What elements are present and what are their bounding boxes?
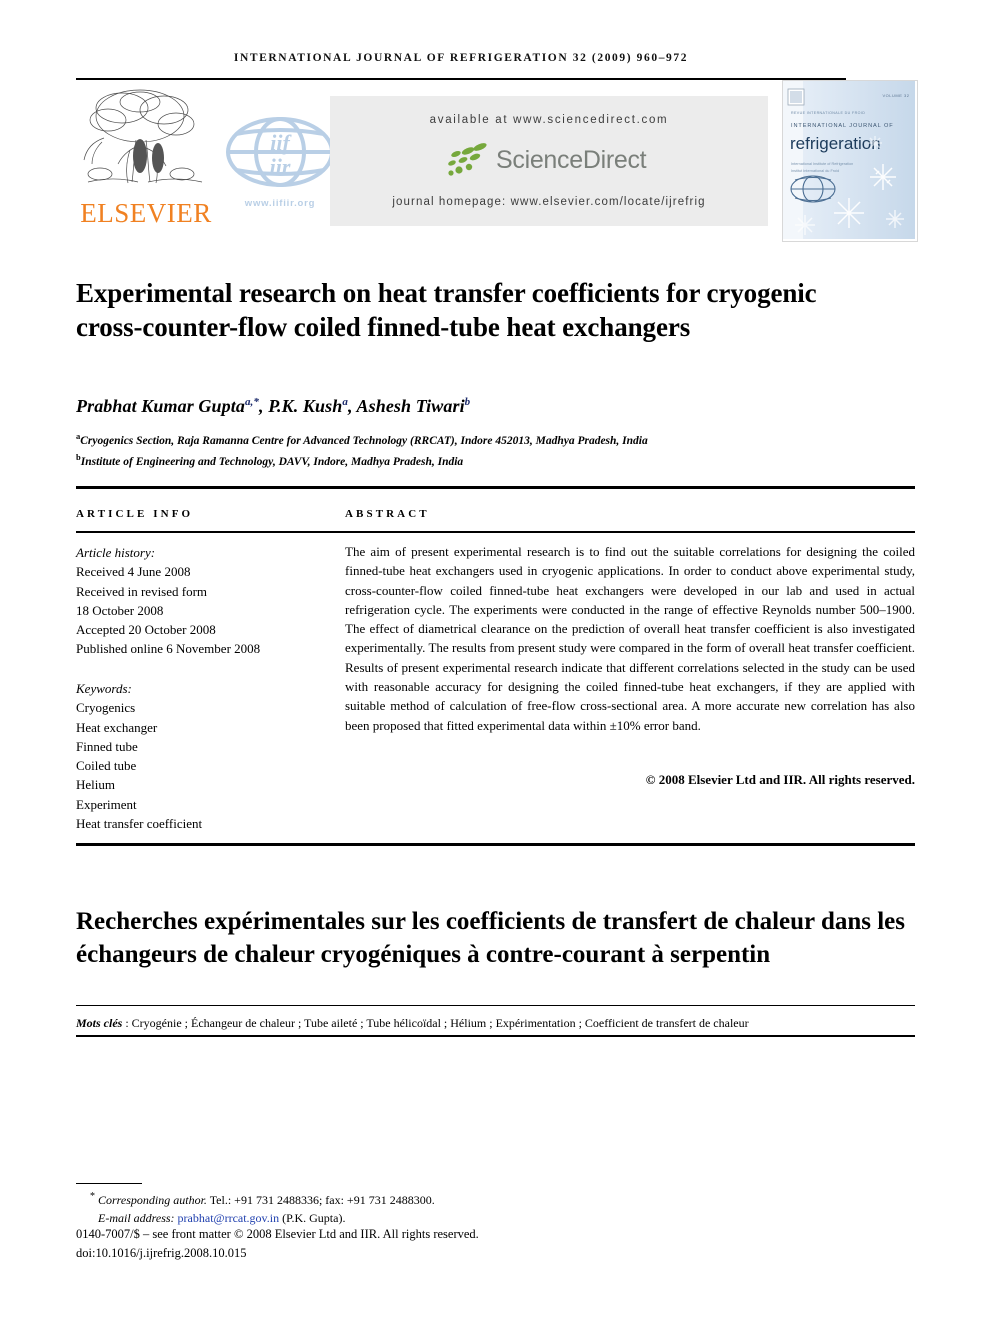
history-item: 18 October 2008: [76, 602, 164, 618]
abstract-column: ABSTRACT: [345, 508, 915, 520]
iifiir-url: www.iifiir.org: [244, 198, 316, 209]
svg-text:iir: iir: [270, 154, 291, 179]
sciencedirect-wordmark: ScienceDirect: [496, 146, 647, 174]
keyword-item: Cryogenics: [76, 700, 136, 716]
info-block-top-rule: [76, 486, 915, 489]
issn-block: 0140-7007/$ – see front matter © 2008 El…: [76, 1225, 676, 1262]
affiliation-a: aCryogenics Section, Raja Ramanna Centre…: [76, 428, 866, 449]
affiliations: aCryogenics Section, Raja Ramanna Centre…: [76, 428, 866, 471]
sciencedirect-logo: ScienceDirect: [440, 142, 670, 182]
running-head: International Journal of Refrigeration 3…: [233, 52, 689, 64]
journal-first-page: International Journal of Refrigeration 3…: [0, 0, 992, 1323]
keyword-item: Coiled tube: [76, 758, 137, 774]
page-title: Experimental research on heat transfer c…: [76, 278, 817, 343]
globe-icon: iif iir: [226, 117, 334, 187]
svg-text:REVUE INTERNATIONALE DU FROID: REVUE INTERNATIONALE DU FROID: [791, 111, 865, 115]
keyword-item: Heat exchanger: [76, 719, 158, 735]
affiliation-b: bInstitute of Engineering and Technology…: [76, 449, 866, 470]
keyword-item: Helium: [76, 777, 115, 793]
abstract-copyright: © 2008 Elsevier Ltd and IIR. All rights …: [645, 772, 915, 787]
masthead: ELSEVIER iif iir www.iifiir.org availabl…: [76, 80, 918, 242]
journal-cover-thumbnail: VOLUME 32 REVUE INTERNATIONALE DU FROID …: [782, 80, 918, 242]
elsevier-tree-icon: [78, 86, 214, 198]
abstract-heading: ABSTRACT: [345, 508, 430, 520]
elsevier-logo: ELSEVIER: [76, 86, 218, 238]
keyword-list: Keywords: Cryogenics Heat exchanger Finn…: [76, 679, 376, 833]
svg-text:International Institute of Ref: International Institute of Refrigeration: [791, 162, 853, 166]
article-history: Article history: Received 4 June 2008 Re…: [76, 543, 376, 659]
available-at-text: available at www.sciencedirect.com: [429, 114, 669, 126]
email-owner: (P.K. Gupta).: [282, 1210, 346, 1225]
history-item: Received in revised form: [76, 583, 208, 599]
author-affil-marker: b: [464, 396, 471, 408]
french-title: Recherches expérimentales sur les coeffi…: [76, 907, 906, 968]
author-affil-marker: a,*: [244, 396, 260, 408]
sciencedirect-swoosh-icon: [448, 143, 487, 176]
french-keywords-bottom-rule: [76, 1035, 915, 1037]
email-label: E-mail address:: [98, 1210, 175, 1225]
author-list: Prabhat Kumar Guptaa,*, P.K. Kusha, Ashe…: [76, 396, 471, 416]
article-history-label: Article history:: [76, 545, 156, 560]
history-item: Accepted 20 October 2008: [76, 622, 216, 638]
iifiir-logo: iif iir www.iifiir.org: [224, 110, 336, 214]
history-item: Published online 6 November 2008: [76, 641, 261, 657]
author-affil-marker: a: [342, 396, 348, 408]
corresponding-author-label: Corresponding author.: [98, 1193, 207, 1207]
abstract-body: The aim of present experimental research…: [345, 544, 915, 733]
footnote-rule: [76, 1183, 142, 1184]
sciencedirect-banner: available at www.sciencedirect.com Scien…: [330, 96, 768, 226]
doi-line: doi:10.1016/j.ijrefrig.2008.10.015: [76, 1245, 247, 1260]
affiliation-a-text: Cryogenics Section, Raja Ramanna Centre …: [80, 434, 648, 447]
french-keywords-top-rule: [76, 1005, 915, 1006]
footnote-block: * Corresponding author. Tel.: +91 731 24…: [76, 1188, 636, 1227]
history-item: Received 4 June 2008: [76, 564, 191, 580]
svg-text:Institut International du Froi: Institut International du Froid: [791, 169, 839, 173]
elsevier-wordmark: ELSEVIER: [80, 198, 212, 228]
author-name: Ashesh Tiwari: [356, 396, 465, 416]
keywords-label: Keywords:: [76, 681, 132, 696]
svg-text:iif: iif: [270, 130, 292, 155]
french-keywords-text: : Cryogénie ; Échangeur de chaleur ; Tub…: [122, 1016, 749, 1030]
journal-homepage-text: journal homepage: www.elsevier.com/locat…: [392, 196, 706, 208]
email-link[interactable]: prabhat@rrcat.gov.in: [178, 1211, 280, 1225]
author-name: P.K. Kush: [268, 396, 343, 416]
abstract-rule: [345, 531, 915, 533]
keyword-item: Experiment: [76, 796, 137, 812]
corresponding-author-contact: Tel.: +91 731 2488336; fax: +91 731 2488…: [206, 1193, 435, 1207]
affiliation-b-text: Institute of Engineering and Technology,…: [80, 456, 464, 469]
issn-line: 0140-7007/$ – see front matter © 2008 El…: [76, 1227, 479, 1241]
corresponding-author-note: * Corresponding author. Tel.: +91 731 24…: [76, 1188, 636, 1210]
svg-text:refrigeration: refrigeration: [790, 134, 881, 153]
author-name: Prabhat Kumar Gupta: [76, 396, 245, 416]
masthead-top-rule: [76, 78, 846, 80]
french-keywords: Mots clés : Cryogénie ; Échangeur de cha…: [76, 1014, 931, 1032]
keyword-item: Finned tube: [76, 738, 138, 754]
svg-text:VOLUME 32: VOLUME 32: [883, 93, 910, 98]
asterisk-icon: *: [90, 1191, 95, 1202]
abstract-close-rule: [345, 843, 915, 846]
french-keywords-label: Mots clés: [76, 1016, 123, 1030]
keyword-item: Heat transfer coefficient: [76, 816, 203, 832]
svg-text:INTERNATIONAL JOURNAL OF: INTERNATIONAL JOURNAL OF: [791, 123, 894, 129]
